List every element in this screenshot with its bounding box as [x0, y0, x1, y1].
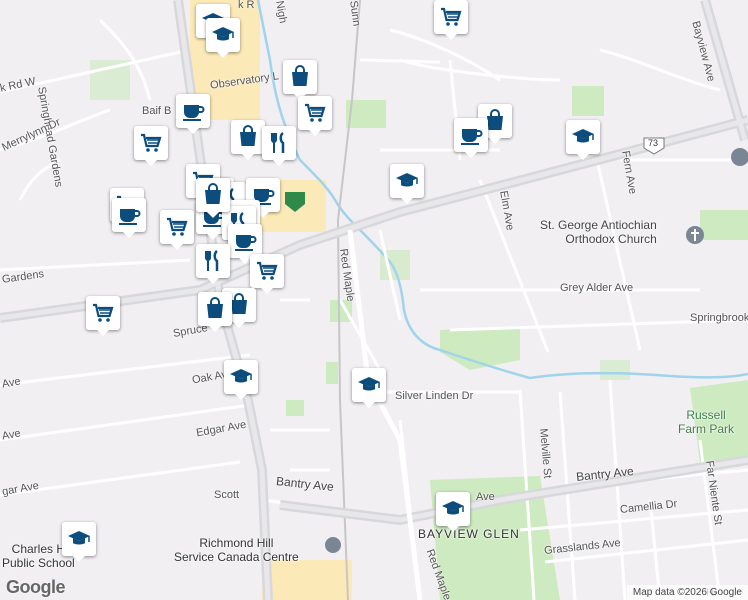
service-centre-label[interactable]: Richmond Hill Service Canada Centre: [174, 536, 299, 564]
springbrook-label: Springbrook: [690, 312, 748, 324]
map-pin-shopping-bag-icon[interactable]: [283, 60, 317, 100]
yonge-top-label: k R: [238, 0, 255, 11]
map-pin-graduation-cap-icon[interactable]: [352, 368, 386, 408]
map-pin-shopping-cart-icon[interactable]: [134, 126, 168, 166]
map-pin-coffee-cup-icon[interactable]: [454, 118, 488, 158]
map-pin-shopping-bag-icon[interactable]: [198, 292, 232, 332]
map-pin-coffee-cup-icon[interactable]: [228, 224, 262, 264]
highway-shield-label: 73: [648, 138, 659, 148]
baif-label: Baif B: [142, 105, 172, 117]
grey-alder-ave-label: Grey Alder Ave: [560, 282, 634, 294]
map-pin-shopping-cart-icon[interactable]: [160, 210, 194, 250]
map-pin-graduation-cap-icon[interactable]: [390, 164, 424, 204]
map-pin-graduation-cap-icon[interactable]: [62, 522, 96, 562]
map-pin-shopping-cart-icon[interactable]: [434, 0, 468, 40]
map-pin-coffee-cup-icon[interactable]: [112, 198, 146, 238]
map-pin-shopping-cart-icon[interactable]: [298, 96, 332, 136]
map-pin-graduation-cap-icon[interactable]: [224, 360, 258, 400]
silver-linden-label: Silver Linden Dr: [395, 390, 474, 402]
scott-label: Scott: [214, 489, 240, 501]
area-label: BAYVIEW GLEN: [418, 527, 520, 541]
ave-bantry-mid-label: Ave: [476, 491, 495, 503]
map-pin-shopping-bag-icon[interactable]: [231, 120, 265, 160]
map-pin-fork-knife-icon[interactable]: [262, 126, 296, 166]
map-pin-graduation-cap-icon[interactable]: [206, 18, 240, 58]
map-pin-graduation-cap-icon[interactable]: [566, 120, 600, 160]
map-pin-shopping-cart-icon[interactable]: [86, 296, 120, 336]
map-pin-coffee-cup-icon[interactable]: [176, 94, 210, 134]
map-attribution[interactable]: Map data ©2026 Google: [626, 585, 748, 600]
google-logo: Google: [6, 577, 66, 597]
map-pin-fork-knife-icon[interactable]: [196, 244, 230, 284]
church-label[interactable]: St. George Antiochian Orthodox Church: [540, 218, 657, 246]
map-canvas[interactable]: Bayview Ave Fern Ave Elm Ave Grey Alder …: [0, 0, 748, 600]
park-label[interactable]: Russell Farm Park: [678, 408, 734, 436]
map-pin-shopping-bag-icon[interactable]: [196, 178, 230, 218]
sunny-label: Sunn: [347, 0, 363, 27]
map-pin-graduation-cap-icon[interactable]: [436, 492, 470, 532]
map-pin-shopping-cart-icon[interactable]: [250, 254, 284, 294]
